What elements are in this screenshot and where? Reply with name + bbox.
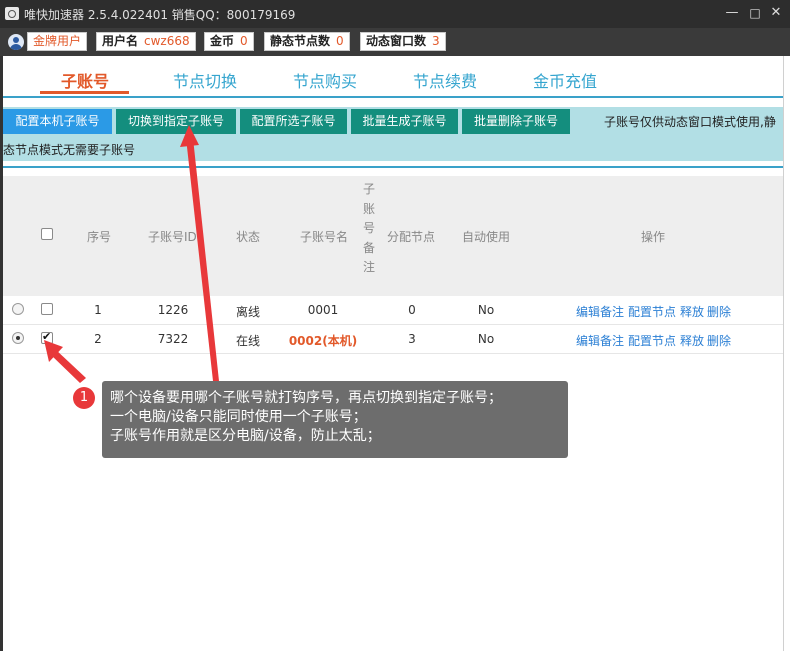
tab-bar: 子账号 节点切换 节点购买 节点续费 金币充值 — [3, 56, 783, 98]
header-sub-account-remark: 子账号备注 — [362, 182, 375, 274]
row-checkbox[interactable] — [41, 303, 53, 315]
release-link[interactable]: 释放 — [680, 332, 704, 349]
row-select-radio[interactable] — [12, 303, 24, 315]
section-divider — [3, 166, 783, 168]
row-status: 离线 — [235, 305, 261, 319]
select-all-checkbox[interactable] — [41, 228, 53, 240]
tab-coin-recharge[interactable]: 金币充值 — [533, 68, 597, 92]
annotation-callout: 哪个设备要用哪个子账号就打钩序号，再点切换到指定子账号； 一个电脑/设备只能同时… — [102, 381, 568, 458]
row-index: 1 — [94, 303, 102, 317]
vertical-scrollbar[interactable] — [783, 56, 790, 651]
dynamic-windows-label: 动态窗口数 — [366, 34, 427, 48]
annotation-line: 哪个设备要用哪个子账号就打钩序号，再点切换到指定子账号； — [110, 390, 502, 406]
release-link[interactable]: 释放 — [680, 303, 704, 320]
title-bar: 唯快加速器 2.5.4.022401 销售QQ：800179169 — □ ✕ — [0, 0, 790, 28]
header-index: 序号 — [87, 230, 112, 244]
header-sub-account-name: 子账号名 — [300, 230, 349, 244]
annotation-line: 一个电脑/设备只能同时使用一个子账号； — [110, 409, 367, 425]
row-checkbox[interactable] — [41, 330, 53, 344]
row-sub-account-id: 7322 — [157, 332, 189, 346]
maximize-button[interactable]: □ — [745, 4, 765, 22]
static-nodes-value: 0 — [336, 34, 344, 48]
active-tab-indicator — [40, 91, 129, 94]
sub-account-toolbar: 配置本机子账号 切换到指定子账号 配置所选子账号 批量生成子账号 批量删除子账号… — [3, 107, 783, 161]
switch-to-sub-account-button[interactable]: 切换到指定子账号 — [116, 109, 236, 134]
row-auto-use: No — [477, 303, 495, 317]
config-node-link[interactable]: 配置节点 — [628, 332, 676, 349]
row-status: 在线 — [235, 334, 261, 348]
annotation-line: 子账号作用就是区分电脑/设备，防止太乱； — [110, 428, 381, 444]
header-operations: 操作 — [641, 230, 666, 244]
app-logo-icon — [5, 7, 19, 20]
row-sub-account-name: 0002(本机) — [288, 334, 358, 348]
sub-account-note-line1: 子账号仅供动态窗口模式使用,静 — [604, 115, 776, 129]
row-sub-account-name: 0001 — [307, 303, 339, 317]
username-label: 用户名 — [102, 34, 139, 48]
static-nodes-chip: 静态节点数 0 — [264, 32, 350, 51]
tab-sub-accounts[interactable]: 子账号 — [61, 68, 109, 92]
header-status: 状态 — [236, 230, 261, 244]
row-select-radio[interactable] — [12, 332, 24, 344]
header-auto-use: 自动使用 — [462, 230, 511, 244]
username-value: cwz668 — [144, 34, 190, 48]
row-assigned-node: 3 — [408, 332, 416, 346]
table-row[interactable]: 2 7322 在线 0002(本机) 3 No 编辑备注 配置节点 释放 删除 — [3, 325, 783, 354]
header-sub-account-id: 子账号ID — [148, 230, 197, 244]
username-chip: 用户名 cwz668 — [96, 32, 196, 51]
config-local-sub-account-button[interactable]: 配置本机子账号 — [3, 109, 112, 134]
account-status-bar: 金牌用户 用户名 cwz668 金币 0 静态节点数 0 动态窗口数 3 — [0, 28, 790, 56]
dynamic-windows-value: 3 — [432, 34, 440, 48]
config-selected-sub-account-button[interactable]: 配置所选子账号 — [240, 109, 347, 134]
row-auto-use: No — [477, 332, 495, 346]
coins-label: 金币 — [210, 34, 235, 48]
header-assigned-node: 分配节点 — [387, 230, 436, 244]
tab-node-purchase[interactable]: 节点购买 — [293, 68, 357, 92]
batch-delete-sub-accounts-button[interactable]: 批量删除子账号 — [462, 109, 570, 134]
dynamic-windows-chip: 动态窗口数 3 — [360, 32, 446, 51]
row-index: 2 — [94, 332, 102, 346]
row-assigned-node: 0 — [408, 303, 416, 317]
window-title: 唯快加速器 2.5.4.022401 销售QQ：800179169 — [24, 8, 296, 22]
annotation-step-badge: 1 — [73, 387, 95, 409]
coins-value: 0 — [240, 34, 248, 48]
edit-remark-link[interactable]: 编辑备注 — [576, 303, 624, 320]
user-avatar-icon — [8, 34, 24, 50]
row-sub-account-id: 1226 — [157, 303, 189, 317]
tab-node-switch[interactable]: 节点切换 — [173, 68, 237, 92]
coins-chip: 金币 0 — [204, 32, 254, 51]
delete-link[interactable]: 删除 — [707, 332, 731, 349]
minimize-button[interactable]: — — [722, 4, 742, 22]
edit-remark-link[interactable]: 编辑备注 — [576, 332, 624, 349]
app-window: 唯快加速器 2.5.4.022401 销售QQ：800179169 — □ ✕ … — [0, 0, 790, 651]
sub-account-note-line2: 态节点模式无需要子账号 — [3, 143, 136, 157]
table-header: 序号 子账号ID 状态 子账号名 子账号备注 分配节点 自动使用 操作 — [3, 176, 783, 296]
close-button[interactable]: ✕ — [766, 4, 786, 22]
tab-node-renew[interactable]: 节点续费 — [413, 68, 477, 92]
delete-link[interactable]: 删除 — [707, 303, 731, 320]
config-node-link[interactable]: 配置节点 — [628, 303, 676, 320]
main-panel: 子账号 节点切换 节点购买 节点续费 金币充值 配置本机子账号 切换到指定子账号… — [3, 56, 783, 651]
static-nodes-label: 静态节点数 — [270, 34, 331, 48]
table-row[interactable]: 1 1226 离线 0001 0 No 编辑备注 配置节点 释放 删除 — [3, 296, 783, 325]
member-level-badge: 金牌用户 — [27, 32, 88, 51]
batch-generate-sub-accounts-button[interactable]: 批量生成子账号 — [351, 109, 458, 134]
